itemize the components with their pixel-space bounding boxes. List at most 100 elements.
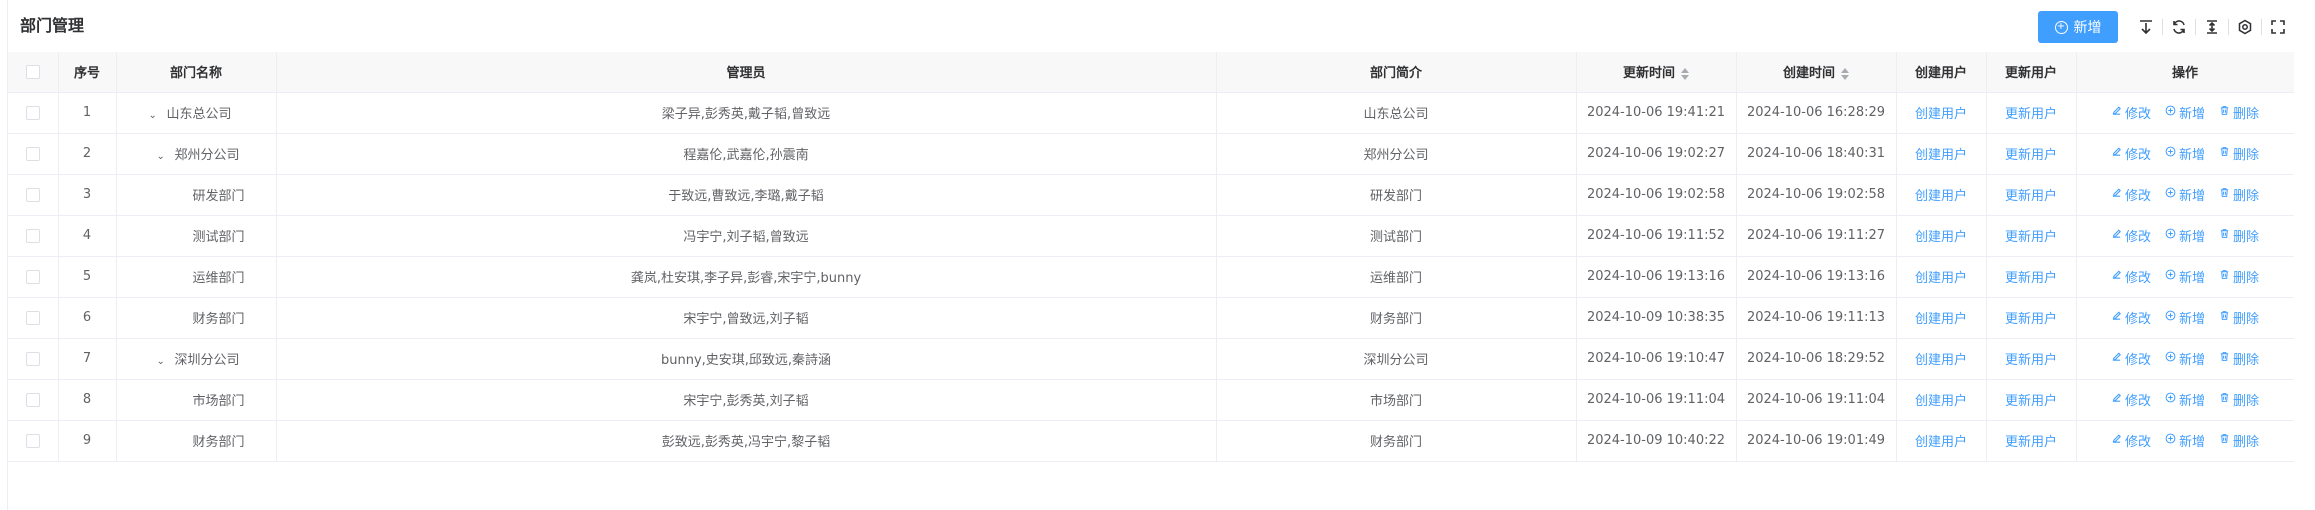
create-user-link[interactable]: 创建用户 <box>1915 230 1967 245</box>
update-user-link[interactable]: 更新用户 <box>2005 107 2057 122</box>
create-user-link[interactable]: 创建用户 <box>1915 189 1967 204</box>
row-select-cell[interactable] <box>8 379 59 421</box>
table-row[interactable]: 9 财务部门 彭致远,彭秀英,冯宇宁,黎子韬 财务部门 2024-10-09 10:40… <box>8 420 2295 462</box>
edit-button[interactable]: 修改 <box>2111 308 2151 327</box>
header-select-all[interactable] <box>8 52 59 93</box>
edit-button[interactable]: 修改 <box>2111 267 2151 286</box>
table-row[interactable]: 5 运维部门 龚岚,杜安琪,李子异,彭睿,宋宇宁,bunny 运维部门 2024-10-… <box>8 256 2295 298</box>
update-user-link[interactable]: 更新用户 <box>2005 271 2057 286</box>
header-created[interactable]: 创建时间 <box>1736 52 1897 93</box>
delete-button[interactable]: 删除 <box>2219 349 2259 368</box>
row-checkbox[interactable] <box>25 269 40 284</box>
row-checkbox[interactable] <box>25 105 40 120</box>
row-checkbox[interactable] <box>25 146 40 161</box>
row-checkbox[interactable] <box>25 310 40 325</box>
update-user-link[interactable]: 更新用户 <box>2005 435 2057 450</box>
expand-collapse-icon[interactable] <box>2196 11 2228 43</box>
row-checkbox[interactable] <box>25 433 40 448</box>
delete-label: 删除 <box>2233 394 2260 409</box>
row-name-cell: 市场部门 <box>116 379 277 421</box>
delete-button[interactable]: 删除 <box>2219 390 2259 409</box>
row-select-cell[interactable] <box>8 215 59 257</box>
add-button[interactable]: + 新增 <box>2038 11 2118 43</box>
chevron-down-icon[interactable]: ⌄ <box>157 151 171 162</box>
delete-button[interactable]: 删除 <box>2219 103 2259 122</box>
add-child-button[interactable]: 新增 <box>2165 103 2205 122</box>
edit-button[interactable]: 修改 <box>2111 185 2151 204</box>
settings-icon[interactable] <box>2229 11 2261 43</box>
row-select-cell[interactable] <box>8 420 59 462</box>
row-checkbox[interactable] <box>25 187 40 202</box>
edit-button[interactable]: 修改 <box>2111 226 2151 245</box>
row-checkbox[interactable] <box>25 351 40 366</box>
update-user-link[interactable]: 更新用户 <box>2005 353 2057 368</box>
sort-icon[interactable] <box>1841 67 1849 80</box>
create-user-link[interactable]: 创建用户 <box>1915 394 1967 409</box>
create-user-link[interactable]: 创建用户 <box>1915 435 1967 450</box>
delete-button[interactable]: 删除 <box>2219 226 2259 245</box>
refresh-icon[interactable] <box>2163 11 2195 43</box>
create-user-link[interactable]: 创建用户 <box>1915 271 1967 286</box>
trash-icon <box>2219 146 2233 161</box>
update-user-link[interactable]: 更新用户 <box>2005 312 2057 327</box>
row-name: 市场部门 <box>192 394 245 409</box>
row-checkbox[interactable] <box>25 392 40 407</box>
add-child-button[interactable]: 新增 <box>2165 185 2205 204</box>
row-select-cell[interactable] <box>8 338 59 380</box>
create-user-link[interactable]: 创建用户 <box>1915 148 1967 163</box>
add-child-button[interactable]: 新增 <box>2165 390 2205 409</box>
delete-button[interactable]: 删除 <box>2219 185 2259 204</box>
row-select-cell[interactable] <box>8 297 59 339</box>
delete-button[interactable]: 删除 <box>2219 144 2259 163</box>
trash-icon <box>2219 187 2233 202</box>
add-child-button[interactable]: 新增 <box>2165 144 2205 163</box>
chevron-down-icon[interactable]: ⌄ <box>149 110 163 121</box>
add-child-button[interactable]: 新增 <box>2165 267 2205 286</box>
row-select-cell[interactable] <box>8 174 59 216</box>
add-child-button[interactable]: 新增 <box>2165 349 2205 368</box>
row-managers: 龚岚,杜安琪,李子异,彭睿,宋宇宁,bunny <box>276 256 1217 298</box>
chevron-down-icon[interactable]: ⌄ <box>157 356 171 367</box>
export-icon[interactable] <box>2130 11 2162 43</box>
delete-label: 删除 <box>2233 353 2260 368</box>
edit-button[interactable]: 修改 <box>2111 390 2151 409</box>
table-row[interactable]: 1 ⌄ 山东总公司 梁子异,彭秀英,戴子韬,曾致远 山东总公司 2024-10-06 19… <box>8 92 2295 134</box>
fullscreen-icon[interactable] <box>2262 11 2294 43</box>
update-user-link[interactable]: 更新用户 <box>2005 148 2057 163</box>
table-row[interactable]: 4 测试部门 冯宇宁,刘子韬,曾致远 测试部门 2024-10-06 19:11:52 2… <box>8 215 2295 257</box>
row-checkbox[interactable] <box>25 228 40 243</box>
edit-button[interactable]: 修改 <box>2111 431 2151 450</box>
delete-button[interactable]: 删除 <box>2219 431 2259 450</box>
update-user-link[interactable]: 更新用户 <box>2005 394 2057 409</box>
row-select-cell[interactable] <box>8 92 59 134</box>
edit-button[interactable]: 修改 <box>2111 144 2151 163</box>
table-row[interactable]: 7 ⌄ 深圳分公司 bunny,史安琪,邱致远,秦詩涵 深圳分公司 2024-10-06 … <box>8 338 2295 380</box>
update-user-link[interactable]: 更新用户 <box>2005 230 2057 245</box>
select-all-checkbox[interactable] <box>25 64 40 79</box>
add-child-button[interactable]: 新增 <box>2165 431 2205 450</box>
table-row[interactable]: 3 研发部门 于致远,曹致远,李璐,戴子韬 研发部门 2024-10-06 19:02:… <box>8 174 2295 216</box>
create-user-link[interactable]: 创建用户 <box>1915 107 1967 122</box>
delete-label: 删除 <box>2233 189 2260 204</box>
edit-button[interactable]: 修改 <box>2111 103 2151 122</box>
delete-button[interactable]: 删除 <box>2219 267 2259 286</box>
add-child-button[interactable]: 新增 <box>2165 308 2205 327</box>
table-row[interactable]: 6 财务部门 宋宇宁,曾致远,刘子韬 财务部门 2024-10-09 10:38:35 2… <box>8 297 2295 339</box>
delete-button[interactable]: 删除 <box>2219 308 2259 327</box>
create-user-link[interactable]: 创建用户 <box>1915 353 1967 368</box>
row-actions: 修改 新增 删除 <box>2077 103 2294 122</box>
row-desc: 财务部门 <box>1216 420 1577 462</box>
row-index: 6 <box>58 297 117 339</box>
update-user-link[interactable]: 更新用户 <box>2005 189 2057 204</box>
sort-icon[interactable] <box>1681 67 1689 80</box>
row-created: 2024-10-06 19:11:04 <box>1736 379 1897 421</box>
table-row[interactable]: 2 ⌄ 郑州分公司 程嘉伦,武嘉伦,孙震南 郑州分公司 2024-10-06 19:02:… <box>8 133 2295 175</box>
row-select-cell[interactable] <box>8 256 59 298</box>
table-row[interactable]: 8 市场部门 宋宇宁,彭秀英,刘子韬 市场部门 2024-10-06 19:11:04 2… <box>8 379 2295 421</box>
create-user-link[interactable]: 创建用户 <box>1915 312 1967 327</box>
scroll-gutter <box>2294 52 2315 472</box>
row-select-cell[interactable] <box>8 133 59 175</box>
add-child-button[interactable]: 新增 <box>2165 226 2205 245</box>
header-updated[interactable]: 更新时间 <box>1576 52 1737 93</box>
edit-button[interactable]: 修改 <box>2111 349 2151 368</box>
